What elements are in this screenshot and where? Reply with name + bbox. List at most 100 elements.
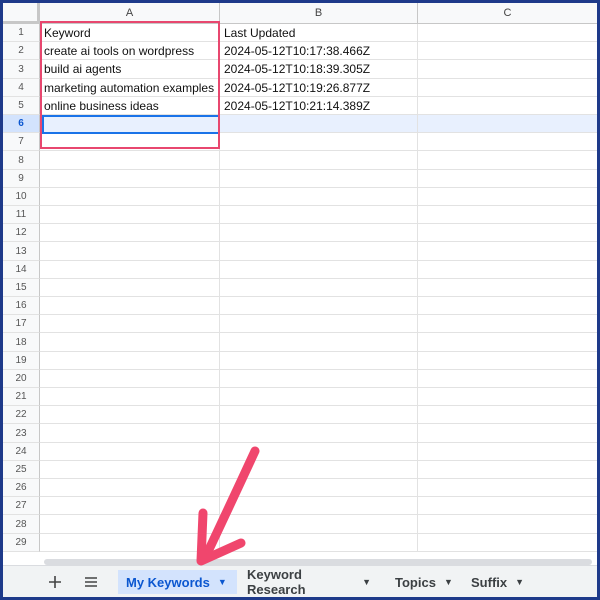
cell-a[interactable] (40, 170, 220, 188)
cell-b[interactable]: 2024-05-12T10:21:14.389Z (220, 97, 418, 115)
cell-a[interactable] (40, 151, 220, 170)
cell-c[interactable] (418, 515, 597, 534)
chevron-down-icon[interactable]: ▼ (444, 577, 453, 587)
row-header[interactable]: 6 (3, 115, 40, 133)
cell-c[interactable] (418, 424, 597, 443)
row-header[interactable]: 28 (3, 515, 40, 534)
cell-b[interactable] (220, 370, 418, 388)
row-header[interactable]: 18 (3, 333, 40, 352)
cell-a[interactable] (40, 424, 220, 443)
cell-a[interactable] (40, 406, 220, 424)
cell-c[interactable] (418, 24, 597, 42)
tab-suffix[interactable]: Suffix ▼ (463, 570, 533, 594)
row-header[interactable]: 19 (3, 352, 40, 370)
cell-b[interactable] (220, 333, 418, 352)
row-header[interactable]: 21 (3, 388, 40, 406)
row-header[interactable]: 26 (3, 479, 40, 497)
row-header[interactable]: 22 (3, 406, 40, 424)
cell-b[interactable] (220, 315, 418, 333)
row-header[interactable]: 20 (3, 370, 40, 388)
cell-a[interactable] (40, 242, 220, 261)
cell-c[interactable] (418, 188, 597, 206)
row-header[interactable]: 2 (3, 42, 40, 60)
cell-c[interactable] (418, 279, 597, 297)
cell-c[interactable] (418, 534, 597, 552)
row-header[interactable]: 29 (3, 534, 40, 552)
cell-b[interactable] (220, 133, 418, 151)
cell-c[interactable] (418, 406, 597, 424)
cell-c[interactable] (418, 151, 597, 170)
cell-b[interactable] (220, 115, 418, 133)
select-all-corner[interactable] (3, 3, 40, 24)
cell-a[interactable] (40, 206, 220, 224)
cell-b[interactable] (220, 188, 418, 206)
cell-b[interactable] (220, 279, 418, 297)
cell-a[interactable] (40, 279, 220, 297)
cell-c[interactable] (418, 133, 597, 151)
row-header[interactable]: 12 (3, 224, 40, 242)
cell-c[interactable] (418, 60, 597, 79)
row-header[interactable]: 24 (3, 443, 40, 461)
cell-a[interactable] (40, 297, 220, 315)
column-header-c[interactable]: C (418, 3, 597, 24)
cell-b[interactable] (220, 352, 418, 370)
cell-b[interactable]: 2024-05-12T10:19:26.877Z (220, 79, 418, 97)
chevron-down-icon[interactable]: ▼ (515, 577, 524, 587)
cell-c[interactable] (418, 224, 597, 242)
row-header[interactable]: 7 (3, 133, 40, 151)
row-header[interactable]: 17 (3, 315, 40, 333)
cell-c[interactable] (418, 388, 597, 406)
all-sheets-button[interactable] (79, 570, 103, 594)
row-header[interactable]: 4 (3, 79, 40, 97)
row-header[interactable]: 13 (3, 242, 40, 261)
row-header[interactable]: 5 (3, 97, 40, 115)
cell-c[interactable] (418, 461, 597, 479)
cell-a[interactable] (40, 188, 220, 206)
cell-b[interactable] (220, 261, 418, 279)
cell-c[interactable] (418, 42, 597, 60)
cell-c[interactable] (418, 206, 597, 224)
cell-c[interactable] (418, 170, 597, 188)
cell-a[interactable] (40, 261, 220, 279)
cell-b[interactable] (220, 297, 418, 315)
cell-a[interactable] (40, 333, 220, 352)
add-sheet-button[interactable] (43, 570, 67, 594)
cell-a[interactable] (40, 370, 220, 388)
row-header[interactable]: 14 (3, 261, 40, 279)
row-header[interactable]: 16 (3, 297, 40, 315)
cell-b[interactable] (220, 224, 418, 242)
cell-c[interactable] (418, 297, 597, 315)
cell-b[interactable] (220, 242, 418, 261)
row-header[interactable]: 9 (3, 170, 40, 188)
cell-c[interactable] (418, 443, 597, 461)
chevron-down-icon[interactable]: ▼ (218, 577, 227, 587)
row-header[interactable]: 1 (3, 24, 40, 42)
tab-keyword-research[interactable]: Keyword Research ▼ (239, 567, 379, 597)
cell-b[interactable] (220, 170, 418, 188)
cell-a[interactable] (40, 352, 220, 370)
cell-b[interactable] (220, 406, 418, 424)
cell-a[interactable] (40, 315, 220, 333)
row-header[interactable]: 27 (3, 497, 40, 515)
column-header-b[interactable]: B (220, 3, 418, 24)
row-header[interactable]: 11 (3, 206, 40, 224)
cell-b[interactable] (220, 424, 418, 443)
cell-c[interactable] (418, 242, 597, 261)
cell-b[interactable]: Last Updated (220, 24, 418, 42)
row-header[interactable]: 3 (3, 60, 40, 79)
cell-c[interactable] (418, 370, 597, 388)
cell-c[interactable] (418, 79, 597, 97)
cell-c[interactable] (418, 333, 597, 352)
cell-c[interactable] (418, 497, 597, 515)
tab-topics[interactable]: Topics ▼ (387, 570, 457, 594)
cell-c[interactable] (418, 352, 597, 370)
cell-c[interactable] (418, 261, 597, 279)
cell-c[interactable] (418, 315, 597, 333)
cell-b[interactable] (220, 388, 418, 406)
cell-b[interactable] (220, 151, 418, 170)
row-header[interactable]: 8 (3, 151, 40, 170)
row-header[interactable]: 10 (3, 188, 40, 206)
tab-my-keywords[interactable]: My Keywords ▼ (118, 570, 237, 594)
row-header[interactable]: 15 (3, 279, 40, 297)
row-header[interactable]: 23 (3, 424, 40, 443)
